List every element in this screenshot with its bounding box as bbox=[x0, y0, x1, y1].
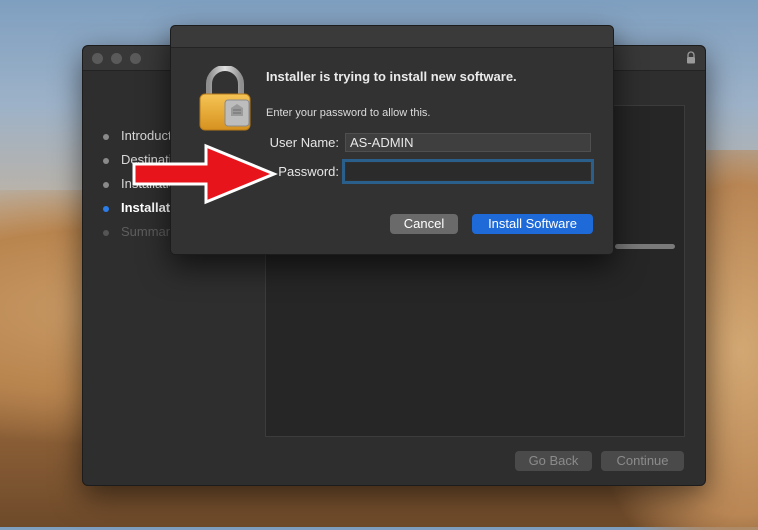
step-bullet bbox=[103, 158, 109, 164]
zoom-window-button[interactable] bbox=[130, 53, 141, 64]
install-software-button[interactable]: Install Software bbox=[472, 214, 593, 234]
step-bullet bbox=[103, 230, 109, 236]
step-label: Summary bbox=[121, 224, 177, 239]
close-window-button[interactable] bbox=[92, 53, 103, 64]
dialog-titlebar bbox=[171, 26, 613, 48]
minimize-window-button[interactable] bbox=[111, 53, 122, 64]
continue-button[interactable]: Continue bbox=[601, 451, 684, 471]
cancel-button[interactable]: Cancel bbox=[390, 214, 458, 234]
annotation-arrow-icon bbox=[132, 143, 278, 205]
dialog-message: Enter your password to allow this. bbox=[266, 107, 431, 119]
username-field[interactable] bbox=[345, 133, 591, 152]
go-back-button[interactable]: Go Back bbox=[515, 451, 592, 471]
step-bullet bbox=[103, 182, 109, 188]
step-bullet bbox=[103, 134, 109, 140]
step-bullet-active bbox=[103, 206, 109, 212]
progress-bar bbox=[615, 244, 675, 249]
lock-icon bbox=[687, 51, 695, 64]
dialog-title: Installer is trying to install new softw… bbox=[266, 69, 517, 84]
padlock-icon bbox=[199, 66, 251, 131]
password-field[interactable] bbox=[345, 162, 591, 181]
